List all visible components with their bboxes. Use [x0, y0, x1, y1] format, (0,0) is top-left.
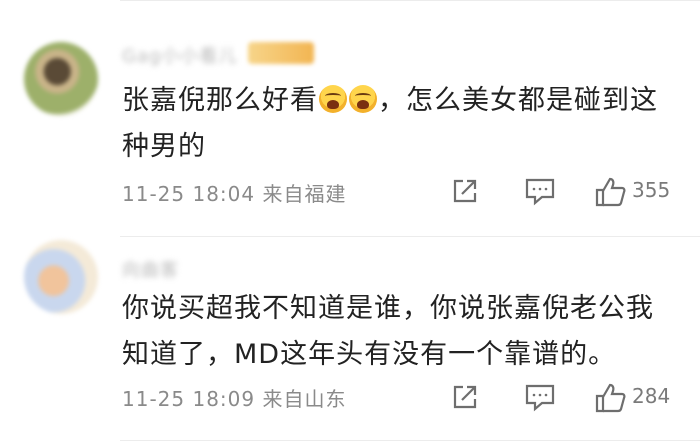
comment-meta: 11-25 18:09 来自山东	[122, 383, 346, 412]
comment-icon	[525, 178, 555, 206]
like-button[interactable]: 284	[594, 382, 670, 418]
reply-button[interactable]	[524, 382, 556, 416]
comment-text: 张嘉倪那么好看 ，怎么美女都是碰到这 种男的	[122, 78, 682, 170]
crying-face-icon	[349, 85, 377, 113]
share-button[interactable]	[450, 382, 480, 416]
crying-face-icon	[319, 85, 347, 113]
comment-text-part: ，怎么美女都是碰到这	[378, 85, 658, 116]
share-icon	[453, 179, 477, 203]
comment-text: 你说买超我不知道是谁，你说张嘉倪老公我 知道了，MD这年头有没有一个靠谱的。	[122, 286, 682, 378]
comment-text-part: 知道了，MD这年头有没有一个靠谱的。	[122, 339, 617, 370]
like-button[interactable]: 355	[594, 176, 670, 212]
username[interactable]: 向曲客	[122, 256, 179, 281]
comment-item: Gag小小看儿 张嘉倪那么好看 ，怎么美女都是碰到这 种男的 11-25 18:0…	[0, 28, 700, 238]
comment-item: 向曲客 你说买超我不知道是谁，你说张嘉倪老公我 知道了，MD这年头有没有一个靠谱…	[0, 238, 700, 445]
location: 来自山东	[262, 387, 347, 411]
share-button[interactable]	[450, 176, 480, 210]
thumbs-up-icon	[595, 383, 626, 413]
like-count: 355	[632, 178, 671, 202]
avatar[interactable]	[24, 42, 98, 116]
divider	[120, 0, 700, 1]
share-icon	[453, 385, 477, 409]
comment-text-part: 你说买超我不知道是谁，你说张嘉倪老公我	[122, 293, 654, 324]
comment-text-part: 种男的	[122, 131, 206, 162]
divider	[120, 236, 700, 237]
like-count: 284	[632, 384, 671, 408]
username[interactable]: Gag小小看儿	[122, 42, 237, 67]
avatar[interactable]	[24, 240, 98, 314]
comment-meta: 11-25 18:04 来自福建	[122, 178, 346, 207]
location: 来自福建	[262, 182, 347, 206]
timestamp: 11-25 18:04	[122, 182, 256, 206]
reply-button[interactable]	[524, 176, 556, 210]
divider	[120, 440, 700, 441]
comment-icon	[525, 384, 555, 412]
comment-text-part: 张嘉倪那么好看	[122, 85, 318, 116]
vip-badge	[248, 42, 314, 64]
thumbs-up-icon	[595, 177, 626, 207]
comment-feed: Gag小小看儿 张嘉倪那么好看 ，怎么美女都是碰到这 种男的 11-25 18:0…	[0, 0, 700, 445]
timestamp: 11-25 18:09	[122, 387, 256, 411]
